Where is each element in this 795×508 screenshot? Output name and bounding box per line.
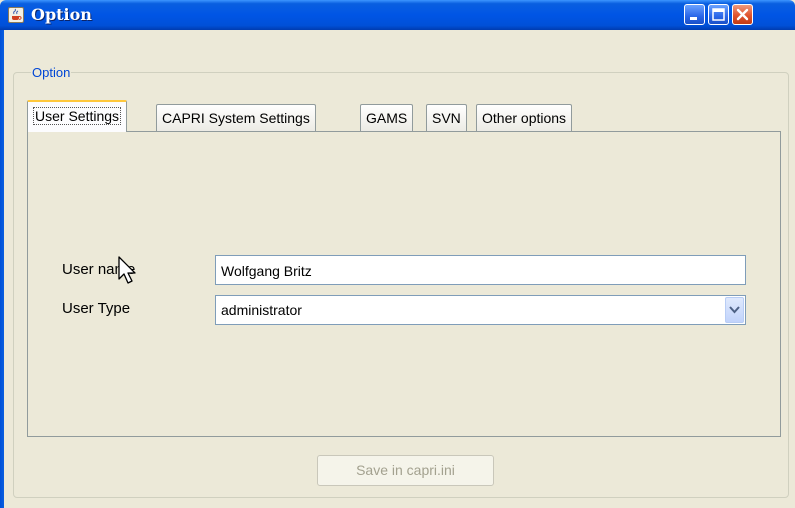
tab-label: Other options (482, 110, 567, 126)
dropdown-button[interactable] (725, 297, 744, 323)
save-button[interactable]: Save in capri.ini (317, 455, 494, 486)
tab-label: GAMS (366, 110, 408, 126)
minimize-button[interactable] (684, 4, 705, 25)
maximize-icon (712, 8, 725, 21)
window-title: Option (31, 5, 92, 24)
tab-user-settings[interactable]: User Settings (27, 100, 128, 132)
minimize-icon (690, 17, 697, 20)
user-type-label: User Type (62, 300, 131, 317)
tab-capri-system-settings[interactable]: CAPRI System Settings (156, 104, 316, 131)
tab-label: SVN (432, 110, 461, 126)
chevron-down-icon (729, 306, 740, 314)
user-name-field[interactable]: Wolfgang Britz (215, 255, 746, 285)
tab-label: CAPRI System Settings (162, 110, 310, 126)
maximize-button[interactable] (708, 4, 729, 25)
option-window: Option Option User Settings CAPRI System… (0, 0, 795, 508)
java-cup-icon (8, 7, 24, 23)
close-button[interactable] (732, 4, 753, 25)
close-icon (736, 8, 749, 21)
option-group-label: Option (31, 65, 72, 80)
tab-other-options[interactable]: Other options (476, 104, 573, 131)
tab-svn[interactable]: SVN (426, 104, 467, 131)
tab-gams[interactable]: GAMS (360, 104, 414, 131)
tab-label: User Settings (33, 107, 122, 125)
title-bar[interactable]: Option (0, 0, 795, 30)
mouse-cursor-icon (118, 256, 136, 284)
user-type-combobox[interactable]: administrator (215, 295, 746, 325)
window-left-border (0, 30, 4, 508)
user-type-value: administrator (221, 302, 302, 318)
